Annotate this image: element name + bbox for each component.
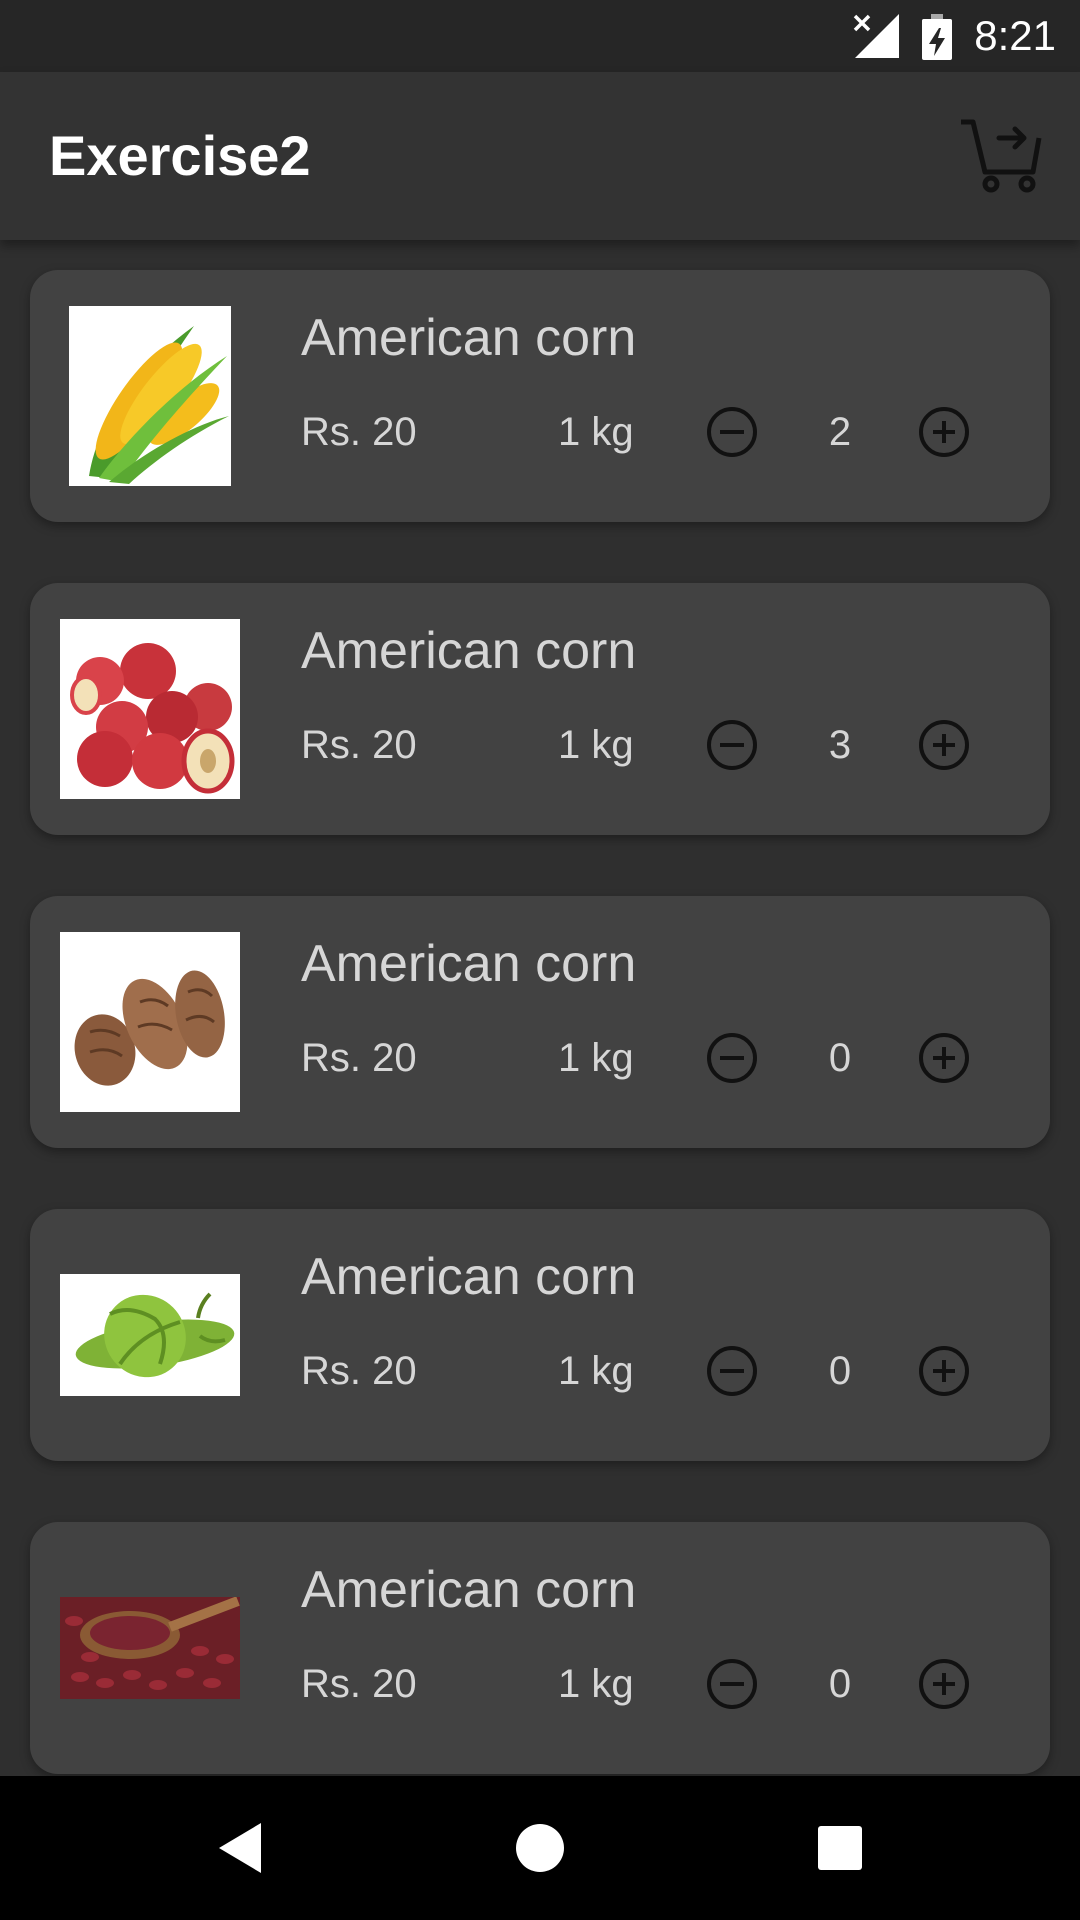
minus-circle-icon (707, 407, 757, 457)
quantity-value: 2 (828, 410, 852, 454)
product-weight: 1 kg (558, 723, 634, 767)
product-name: American corn (301, 1248, 637, 1306)
product-card[interactable]: American corn Rs. 20 1 kg 0 (30, 1522, 1050, 1774)
nav-back-button[interactable] (204, 1812, 276, 1884)
corn-image (60, 306, 240, 486)
plus-circle-icon (919, 407, 969, 457)
system-nav-bar (0, 1776, 1080, 1920)
quantity-value: 0 (828, 1662, 852, 1706)
taro-image (60, 932, 240, 1112)
product-weight: 1 kg (558, 410, 634, 454)
product-list[interactable]: American corn Rs. 20 1 kg 2 American cor… (0, 240, 1080, 1776)
product-price: Rs. 20 (301, 723, 417, 767)
product-name: American corn (301, 1561, 637, 1619)
product-name: American corn (301, 622, 637, 680)
product-price: Rs. 20 (301, 1349, 417, 1393)
product-card[interactable]: American corn Rs. 20 1 kg 0 (30, 896, 1050, 1148)
status-time: 8:21 (974, 12, 1056, 59)
quantity-value: 0 (828, 1036, 852, 1080)
quantity-value: 0 (828, 1349, 852, 1393)
minus-circle-icon (707, 1659, 757, 1709)
product-price: Rs. 20 (301, 1036, 417, 1080)
status-bar: 8:21 (0, 0, 1080, 72)
plus-circle-icon (919, 1346, 969, 1396)
back-triangle-icon (219, 1823, 261, 1873)
quantity-value: 3 (828, 723, 852, 767)
plus-circle-icon (919, 1033, 969, 1083)
product-card[interactable]: American corn Rs. 20 1 kg 3 (30, 583, 1050, 835)
product-price: Rs. 20 (301, 1662, 417, 1706)
minus-circle-icon (707, 1033, 757, 1083)
product-card[interactable]: American corn Rs. 20 1 kg 0 (30, 1209, 1050, 1461)
cart-arrow-icon (961, 119, 1042, 193)
increase-quantity-button[interactable] (916, 1030, 972, 1086)
nav-home-button[interactable] (504, 1812, 576, 1884)
bitter-gourd-image (60, 1245, 240, 1425)
minus-circle-icon (707, 1346, 757, 1396)
increase-quantity-button[interactable] (916, 404, 972, 460)
increase-quantity-button[interactable] (916, 1343, 972, 1399)
decrease-quantity-button[interactable] (704, 1656, 760, 1712)
decrease-quantity-button[interactable] (704, 1343, 760, 1399)
recents-square-icon (818, 1826, 862, 1870)
plus-circle-icon (919, 1659, 969, 1709)
app-bar: Exercise2 (0, 72, 1080, 240)
product-name: American corn (301, 935, 637, 993)
kidney-beans-image (60, 1558, 240, 1738)
battery-charging-icon (922, 14, 952, 60)
decrease-quantity-button[interactable] (704, 1030, 760, 1086)
product-price: Rs. 20 (301, 410, 417, 454)
product-card[interactable]: American corn Rs. 20 1 kg 2 (30, 270, 1050, 522)
signal-no-service-icon (853, 14, 899, 58)
apple-image (60, 619, 240, 799)
product-weight: 1 kg (558, 1036, 634, 1080)
product-weight: 1 kg (558, 1662, 634, 1706)
plus-circle-icon (919, 720, 969, 770)
product-weight: 1 kg (558, 1349, 634, 1393)
cart-button[interactable] (955, 110, 1047, 202)
page-title: Exercise2 (49, 124, 311, 187)
product-name: American corn (301, 309, 637, 367)
increase-quantity-button[interactable] (916, 1656, 972, 1712)
nav-recents-button[interactable] (804, 1812, 876, 1884)
home-circle-icon (516, 1824, 564, 1872)
increase-quantity-button[interactable] (916, 717, 972, 773)
decrease-quantity-button[interactable] (704, 404, 760, 460)
decrease-quantity-button[interactable] (704, 717, 760, 773)
minus-circle-icon (707, 720, 757, 770)
